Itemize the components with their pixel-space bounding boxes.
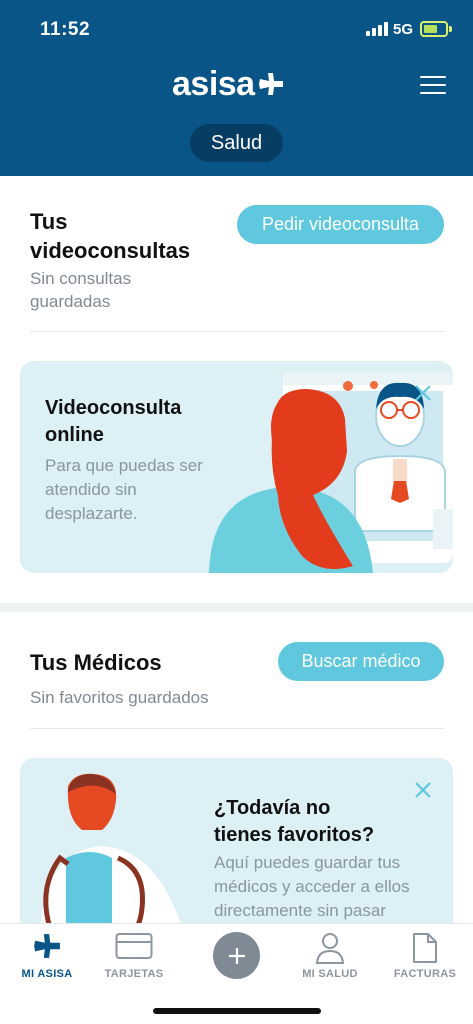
tab-facturas[interactable]: FACTURAS <box>378 924 472 994</box>
signal-icon <box>366 22 388 36</box>
videoconsulta-promo-card[interactable]: Videoconsulta online Para que puedas ser… <box>20 361 453 573</box>
videoconsulta-card-title-line2: online <box>45 424 104 446</box>
asisa-plane-icon <box>34 934 60 958</box>
pedir-videoconsulta-button[interactable]: Pedir videoconsulta <box>237 205 444 244</box>
add-button[interactable] <box>213 932 260 979</box>
videoconsultas-title-line1: Tus <box>30 209 68 234</box>
tab-label: MI SALUD <box>302 968 358 980</box>
videoconsultas-subtitle-line1: Sin consultas <box>30 269 132 288</box>
videoconsultas-subtitle-line2: guardadas <box>30 292 111 311</box>
tab-mi-asisa[interactable]: MI ASISA <box>0 924 94 994</box>
asisa-plane-icon <box>258 73 283 95</box>
favoritos-card-title-line2: tienes favoritos? <box>214 824 375 846</box>
hamburger-menu-icon[interactable] <box>420 72 446 96</box>
videoconsultas-title: Tus videoconsultas <box>30 207 190 265</box>
tab-tarjetas[interactable]: TARJETAS <box>87 924 181 994</box>
battery-icon <box>420 21 448 37</box>
divider <box>30 728 444 729</box>
close-icon[interactable] <box>413 780 433 800</box>
videoconsulta-card-title: Videoconsulta online <box>45 395 181 449</box>
videoconsultas-subtitle: Sin consultas guardadas <box>30 267 131 313</box>
segment-selector[interactable]: Salud <box>190 124 283 162</box>
favoritos-card-text-line1: Aquí puedes guardar tus <box>214 853 401 872</box>
favoritos-card-text: Aquí puedes guardar tus médicos y accede… <box>214 851 410 923</box>
favoritos-card-title-line1: ¿Todavía no <box>214 797 331 819</box>
divider <box>30 331 444 332</box>
asisa-logo: asisa <box>172 64 284 104</box>
medicos-title: Tus Médicos <box>30 650 162 675</box>
doctor-illustration <box>40 773 185 938</box>
videoconsultas-title-line2: videoconsultas <box>30 238 191 263</box>
battery-tip <box>449 26 452 32</box>
favoritos-card-title: ¿Todavía no tienes favoritos? <box>214 795 374 849</box>
user-icon <box>315 933 345 964</box>
medicos-subtitle: Sin favoritos guardados <box>30 688 209 707</box>
plus-icon <box>228 947 245 964</box>
videoconsulta-card-title-line1: Videoconsulta <box>45 397 182 419</box>
tab-label: FACTURAS <box>393 968 457 980</box>
status-time: 11:52 <box>40 19 91 40</box>
videoconsulta-card-text-line1: Para que puedas ser <box>45 456 203 475</box>
home-indicator <box>153 1008 321 1014</box>
favoritos-card-text-line2: médicos y acceder a ellos <box>214 877 410 896</box>
status-bar: 11:52 5G <box>0 0 473 56</box>
videoconsulta-card-text-line2: atendido sin <box>45 480 137 499</box>
videoconsulta-card-text-line3: desplazarte. <box>45 504 138 523</box>
favoritos-promo-card[interactable]: ¿Todavía no tienes favoritos? Aquí puede… <box>20 758 453 938</box>
videoconsulta-card-text: Para que puedas ser atendido sin desplaz… <box>45 454 203 526</box>
section-separator <box>0 603 473 612</box>
tab-label: TARJETAS <box>104 968 164 980</box>
card-icon <box>115 933 153 959</box>
document-icon <box>413 933 437 963</box>
close-icon[interactable] <box>413 383 433 403</box>
logo-text: asisa <box>172 64 255 103</box>
network-label: 5G <box>393 21 414 38</box>
favoritos-card-text-line3: directamente sin pasar <box>214 901 386 920</box>
app-header: 11:52 5G asisa Salud <box>0 0 473 176</box>
buscar-medico-button[interactable]: Buscar médico <box>278 642 444 681</box>
tab-label: MI ASISA <box>21 968 73 980</box>
tab-mi-salud[interactable]: MI SALUD <box>283 924 377 994</box>
